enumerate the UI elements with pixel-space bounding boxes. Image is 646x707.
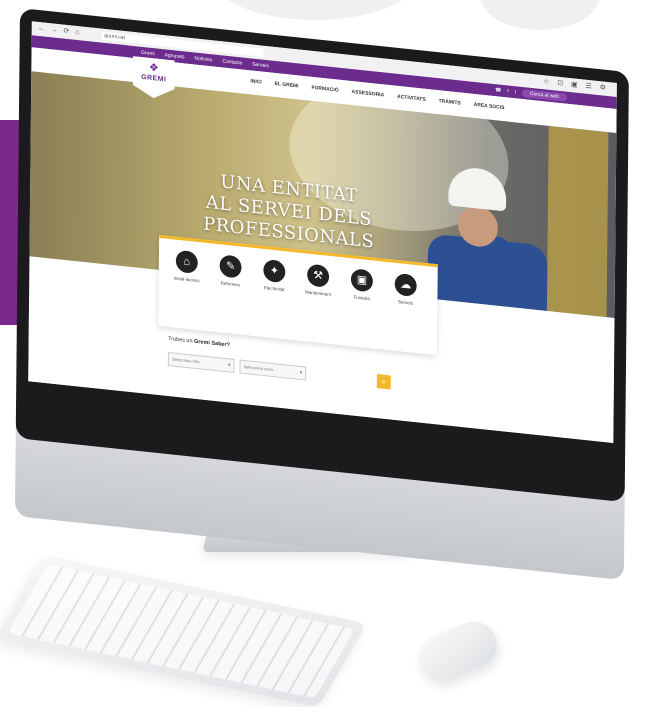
category-item[interactable]: ⚒ Manteniment	[298, 263, 338, 298]
twitter-icon[interactable]: t	[515, 89, 516, 95]
background-circle-left	[215, 0, 415, 20]
trade-select[interactable]: Selecciona ofici ▾	[167, 351, 235, 373]
category-item[interactable]: ✎ Reformes	[210, 253, 250, 288]
category-item[interactable]: ✦ Electricitat	[254, 258, 294, 293]
menu-item[interactable]: ÀREA SOCIS	[474, 102, 505, 111]
box-icon: ▣	[350, 268, 373, 293]
topbar-link[interactable]: Agrupats	[165, 52, 185, 60]
hero-ladder	[546, 125, 609, 318]
menu-item[interactable]: FORMACIÓ	[311, 85, 338, 94]
search-button[interactable]: ⌕	[376, 374, 391, 390]
category-label: Fusteria	[353, 294, 370, 302]
zone-select[interactable]: Selecciona zona ▾	[239, 359, 307, 381]
house-icon: ⌂	[175, 249, 198, 275]
keyboard-keys	[7, 563, 355, 699]
menu-item[interactable]: ACTIVITATS	[397, 94, 426, 103]
search-title-prefix: Trobes un	[168, 335, 193, 345]
search-title-bold: Gremi Saber?	[194, 338, 230, 349]
zone-select-value: Selecciona zona	[243, 363, 273, 373]
mouse	[412, 614, 504, 688]
chevron-down-icon: ▾	[228, 362, 231, 369]
category-label: Reformes	[220, 280, 241, 288]
category-item[interactable]: ▣ Fusteria	[342, 267, 382, 302]
facebook-icon[interactable]: f	[507, 88, 508, 94]
topbar-link[interactable]: Gremi	[141, 50, 155, 57]
phone-icon[interactable]: ☎	[495, 87, 501, 94]
background-circle-right	[480, 0, 600, 30]
tool-icon: ⚒	[307, 263, 330, 288]
category-label: Electricitat	[263, 284, 285, 293]
category-label: Manteniment	[304, 289, 331, 298]
bulb-icon: ✦	[263, 258, 286, 284]
browser-nav-buttons[interactable]: ← → ⟳ ⌂	[38, 24, 82, 37]
category-item[interactable]: ⌂ Instal·lacions	[167, 249, 207, 284]
menu-item[interactable]: ASSESSORIA	[352, 89, 385, 98]
monitor: ← → ⟳ ⌂ gremi.cat ☆ ⊡ ▣ ☰ ⚙ Gremi Agrupa…	[14, 8, 629, 581]
wrench-icon: ✎	[219, 254, 242, 279]
cloud-icon: ☁	[394, 272, 417, 298]
menu-item[interactable]: TRÀMITS	[439, 98, 461, 106]
topbar-link[interactable]: Serveis	[252, 62, 269, 70]
trade-select-value: Selecciona ofici	[171, 356, 200, 365]
category-item[interactable]: ☁ Serveis	[386, 272, 426, 307]
category-label: Serveis	[398, 299, 414, 306]
chevron-down-icon: ▾	[299, 369, 303, 377]
search-title: Trobes un Gremi Saber?	[168, 336, 230, 349]
keyboard	[0, 555, 367, 707]
monitor-screen: ← → ⟳ ⌂ gremi.cat ☆ ⊡ ▣ ☰ ⚙ Gremi Agrupa…	[28, 21, 617, 443]
topbar-link[interactable]: Contacte	[222, 58, 242, 66]
search-icon: ⌕	[381, 376, 387, 386]
topbar-link[interactable]: Notícies	[194, 55, 212, 63]
menu-item[interactable]: EL GREMI	[275, 81, 299, 90]
category-label: Instal·lacions	[173, 275, 200, 284]
menu-item[interactable]: INICI	[250, 78, 261, 85]
